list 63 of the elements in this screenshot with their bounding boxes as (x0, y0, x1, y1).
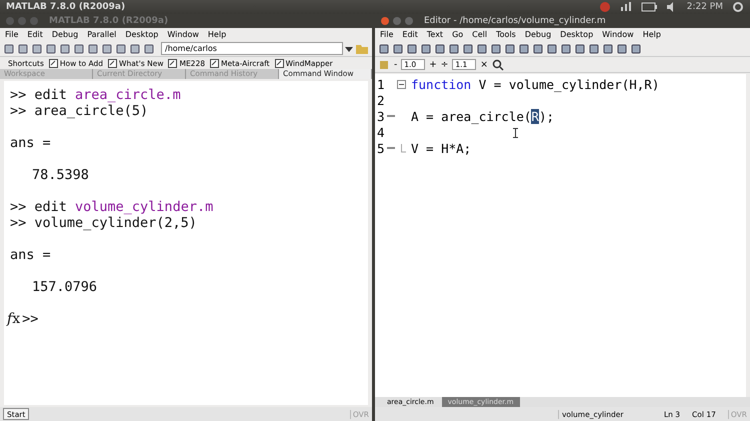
battery-icon[interactable] (640, 2, 657, 12)
dropdown-icon[interactable] (345, 44, 353, 52)
command-line: >> edit (10, 199, 68, 215)
file-link[interactable]: volume_cylinder.m (75, 199, 214, 215)
current-folder-field[interactable]: /home/carlos (161, 42, 343, 55)
prompt: >> (22, 311, 38, 327)
window-title: Editor - /home/carlos/volume_cylinder.m (424, 16, 606, 26)
window-title: MATLAB 7.8.0 (R2009a) (49, 16, 168, 26)
menu-item[interactable]: Edit (402, 30, 418, 39)
keyword: function (411, 77, 472, 92)
divide-button[interactable]: ÷ (440, 60, 448, 70)
shortcut-icon (108, 58, 118, 68)
shortcut-icon (274, 58, 284, 68)
code-text: V = volume_cylinder(H,R) (478, 77, 660, 92)
menu-item[interactable]: Text (426, 30, 444, 39)
fx-icon[interactable]: fx (7, 311, 20, 327)
menu-item[interactable]: Edit (27, 30, 43, 39)
cell-icon[interactable] (378, 58, 390, 70)
output-value: 157.0796 (32, 279, 98, 295)
menu-item[interactable]: Tools (496, 30, 516, 39)
line-number: 5 (376, 140, 386, 156)
app-title: MATLAB 7.8.0 (R2009a) (6, 2, 126, 12)
menu-item[interactable]: File (5, 30, 18, 39)
menu-item[interactable]: Debug (52, 30, 78, 39)
line-number: 3 (376, 108, 386, 124)
file-link[interactable]: area_circle.m (75, 87, 181, 103)
code-text: ); (538, 108, 554, 124)
magnifier-icon[interactable] (492, 58, 504, 70)
command-window[interactable]: >> edit area_circle.m >> area_circle(5) ans = 78.5398 >> edit volume_cylinder.m >> volume_cylinder(2,5) ans = 157.0796 fx>> (4, 81, 368, 405)
menu-item[interactable]: Window (602, 30, 634, 39)
code-text: A = area_circle( (411, 108, 532, 124)
shortcut-icon (48, 58, 58, 68)
output-text: ans = (10, 247, 51, 263)
code-text: V = H*A; (411, 140, 472, 156)
command-line: >> edit (10, 87, 68, 103)
menu-item[interactable]: Help (642, 30, 661, 39)
command-line: >> area_circle(5) (10, 103, 148, 119)
command-line: >> volume_cylinder(2,5) (10, 215, 197, 231)
menu-item[interactable]: Cell (472, 30, 488, 39)
output-text: ans = (10, 135, 51, 151)
line-number: 4 (376, 124, 386, 140)
window-controls-icon[interactable] (380, 16, 416, 26)
clock[interactable]: 2:22 PM (686, 2, 723, 12)
menu-item[interactable]: File (380, 30, 394, 39)
menu-item[interactable]: Parallel (87, 30, 116, 39)
network-icon[interactable] (620, 1, 632, 13)
menu-item[interactable]: Window (167, 30, 199, 39)
output-value: 78.5398 (32, 167, 89, 183)
menu-item[interactable]: Go (452, 30, 464, 39)
selected-text: R (531, 108, 539, 124)
shortcut-icon (210, 58, 219, 68)
line-number: 1 (376, 77, 386, 92)
menu-item[interactable]: Desktop (125, 30, 158, 39)
minus-button[interactable]: - (394, 60, 398, 70)
line-number: 2 (376, 93, 386, 108)
times-button[interactable]: × (480, 60, 488, 70)
plus-button[interactable]: + (429, 60, 437, 70)
menu-item[interactable]: Debug (524, 30, 552, 39)
menu-item[interactable]: Help (208, 30, 226, 39)
text-cursor-icon (513, 128, 518, 138)
shortcut-icon (168, 58, 178, 68)
menu-item[interactable]: Desktop (560, 30, 594, 39)
fold-icon[interactable] (397, 80, 406, 90)
